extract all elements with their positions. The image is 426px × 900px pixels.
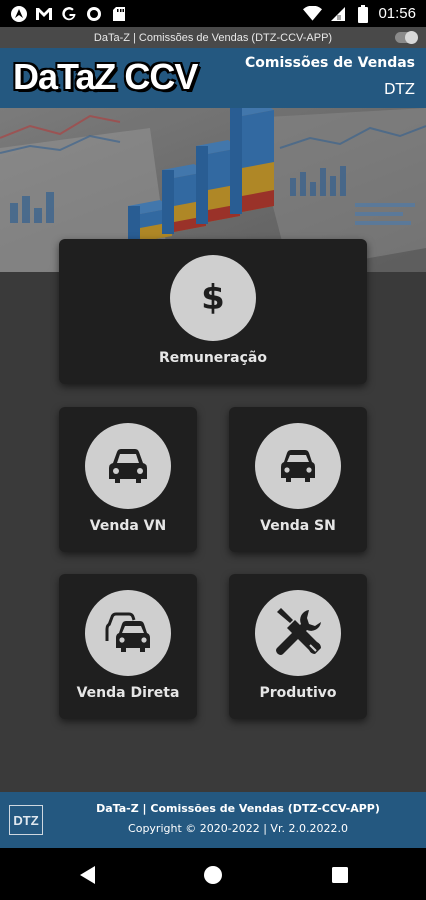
menu-card-venda-direta[interactable]: Venda Direta <box>59 574 197 719</box>
tools-icon-circle <box>255 590 341 676</box>
app-title-strip: DaTa-Z | Comissões de Vendas (DTZ-CCV-AP… <box>0 27 426 48</box>
toggle-knob[interactable] <box>405 31 418 44</box>
car-front-icon <box>281 450 315 482</box>
app-logo: DaTaZ CCV <box>13 56 198 97</box>
header-subtitle: DTZ <box>384 80 415 98</box>
battery-icon <box>353 4 372 23</box>
footer-copyright: Copyright © 2020-2022 | Vr. 2.0.2022.0 <box>128 822 348 835</box>
back-icon[interactable] <box>77 864 99 886</box>
menu-label-venda-sn: Venda SN <box>260 518 336 534</box>
status-bar: 01:56 <box>0 0 426 27</box>
gmail-icon <box>34 4 53 23</box>
menu-label-produtivo: Produtivo <box>259 685 337 701</box>
app-title-text: DaTa-Z | Comissões de Vendas (DTZ-CCV-AP… <box>93 31 333 44</box>
menu-card-remuneracao[interactable]: $ Remuneração <box>59 239 367 384</box>
car-front-icon <box>109 449 147 483</box>
car-front-icon-circle <box>85 423 171 509</box>
sd-card-icon <box>109 4 128 23</box>
footer-app-name: DaTa-Z | Comissões de Vendas (DTZ-CCV-AP… <box>96 802 380 815</box>
dollar-icon: $ <box>201 278 225 318</box>
home-icon[interactable] <box>202 864 224 886</box>
wifi-icon <box>303 4 323 23</box>
app-header: DaTaZ CCV Comissões de Vendas DTZ <box>0 48 426 108</box>
cars-icon <box>105 612 150 652</box>
svg-text:$: $ <box>201 278 225 318</box>
car-front-icon-circle <box>255 423 341 509</box>
footer-logo: DTZ <box>9 805 43 835</box>
menu-card-venda-vn[interactable]: Venda VN <box>59 407 197 552</box>
signal-icon <box>328 4 347 23</box>
menu-card-venda-sn[interactable]: Venda SN <box>229 407 367 552</box>
dollar-icon-circle: $ <box>170 255 256 341</box>
navigation-bar <box>0 848 426 900</box>
recents-icon[interactable] <box>329 864 351 886</box>
theme-toggle[interactable] <box>395 31 418 44</box>
circle-icon <box>84 4 103 23</box>
status-time: 01:56 <box>378 5 416 22</box>
menu-card-produtivo[interactable]: Produtivo <box>229 574 367 719</box>
header-title: Comissões de Vendas <box>245 55 415 71</box>
menu-label-venda-vn: Venda VN <box>89 518 167 534</box>
menu-label-remuneracao: Remuneração <box>158 350 267 366</box>
cars-icon-circle <box>85 590 171 676</box>
google-icon <box>59 4 78 23</box>
menu-label-venda-direta: Venda Direta <box>76 685 180 701</box>
app-footer: DTZ DaTa-Z | Comissões de Vendas (DTZ-CC… <box>0 792 426 848</box>
android-auto-icon <box>9 4 28 23</box>
tools-icon <box>276 608 321 655</box>
